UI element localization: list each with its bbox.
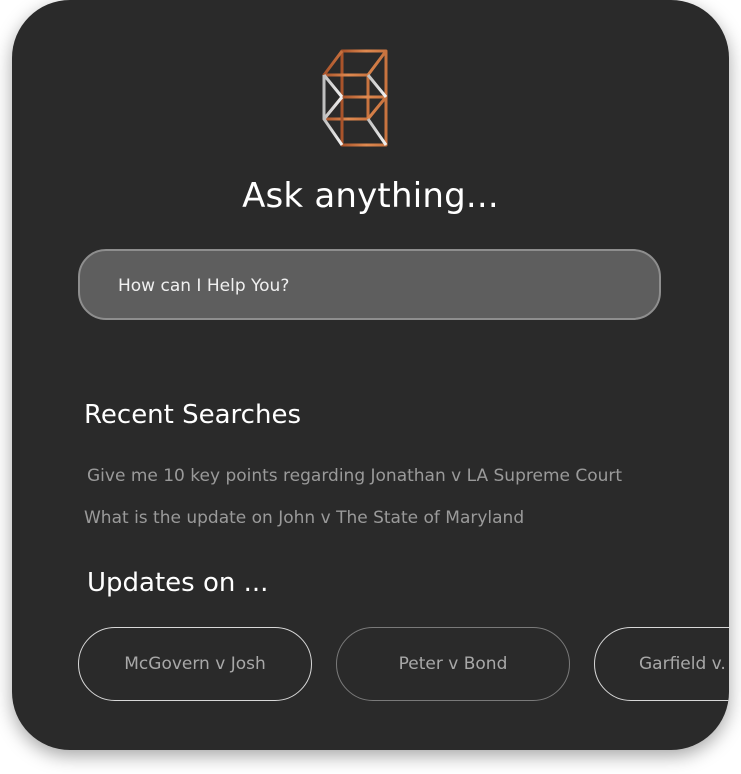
recent-searches-heading: Recent Searches [84,400,301,430]
page-title: Ask anything... [242,176,499,216]
update-case-chip[interactable]: Peter v Bond [336,627,570,701]
search-input[interactable] [116,251,620,320]
recent-search-item[interactable]: What is the update on John v The State o… [84,508,524,528]
update-case-chip[interactable]: McGovern v Josh [78,627,312,701]
assistant-card: Ask anything... Recent Searches Give me … [12,0,729,750]
isometric-cube-logo-icon [320,47,390,151]
update-case-label: Peter v Bond [398,654,508,674]
search-box[interactable] [78,249,661,320]
update-case-label: McGovern v Josh [124,654,266,674]
update-case-chip[interactable]: Garfield v. [594,627,729,701]
recent-search-item[interactable]: Give me 10 key points regarding Jonathan… [87,466,622,486]
update-case-label: Garfield v. [639,654,726,674]
updates-heading: Updates on ... [87,568,269,598]
